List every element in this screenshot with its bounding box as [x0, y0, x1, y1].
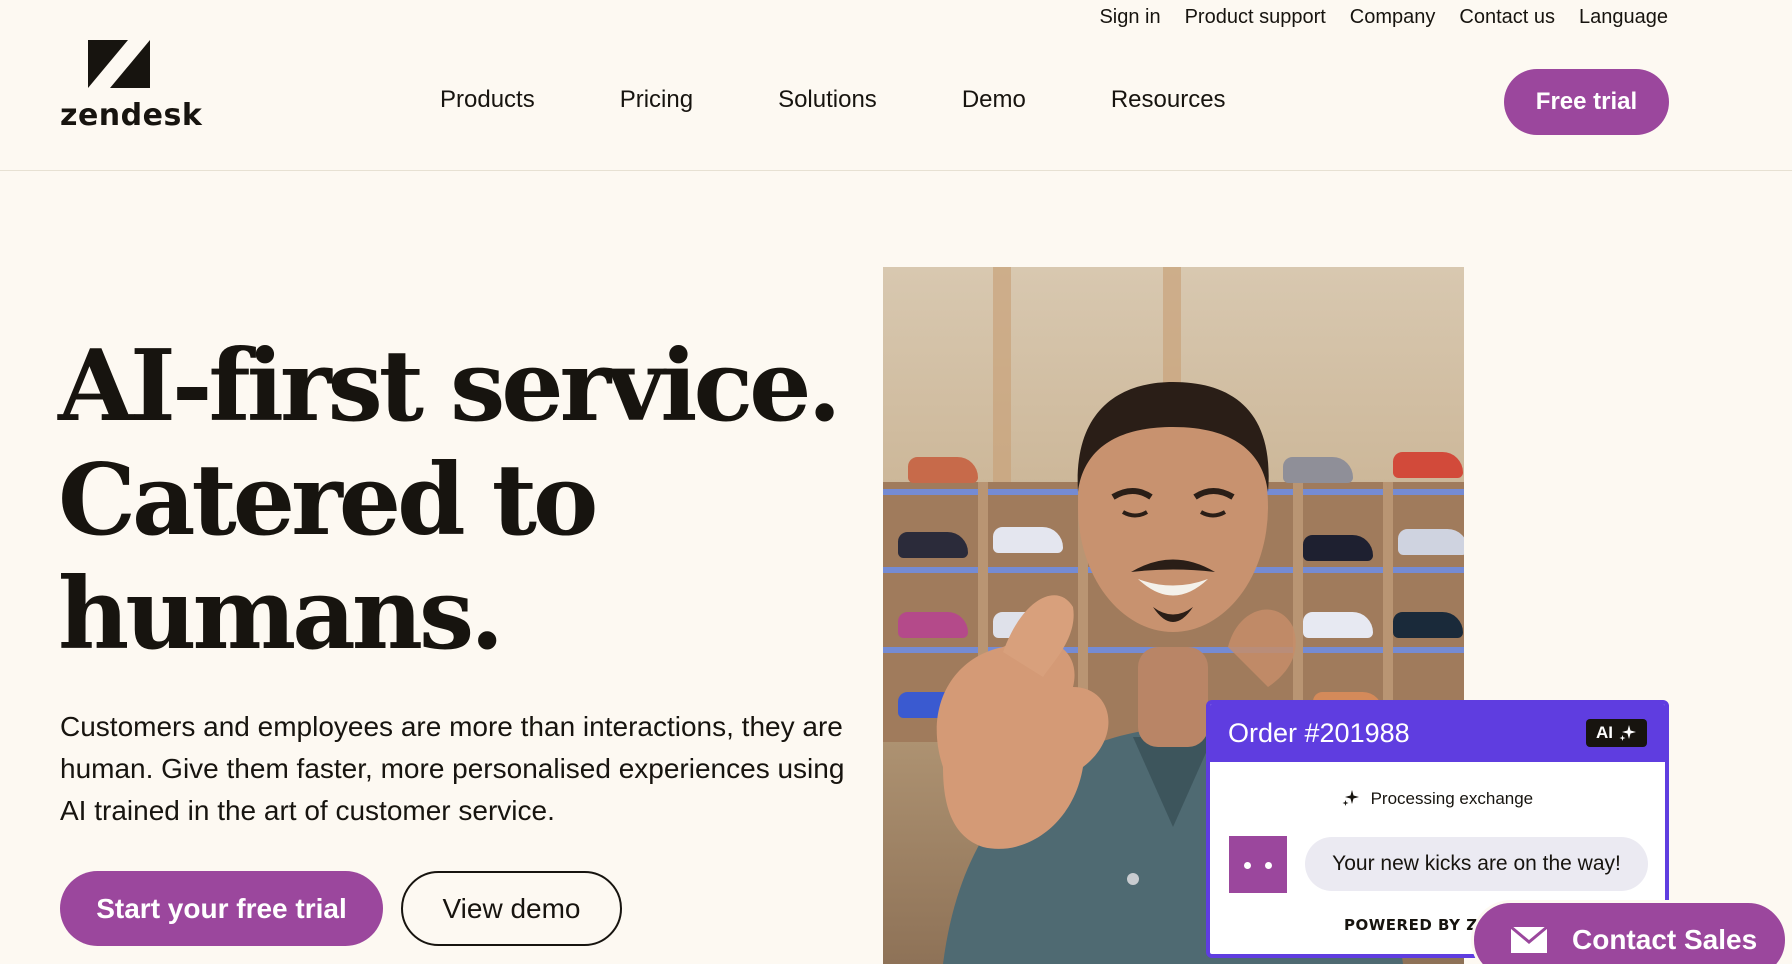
- contact-us-link[interactable]: Contact us: [1459, 6, 1555, 29]
- processing-label: Processing exchange: [1370, 789, 1534, 808]
- bot-avatar-icon: [1229, 836, 1287, 893]
- processing-status: Processing exchange: [1210, 789, 1665, 809]
- order-title: Order #201988: [1228, 717, 1410, 748]
- ai-badge: AI: [1586, 719, 1647, 747]
- sparkle-icon: [1619, 725, 1636, 741]
- order-card-header: Order #201988 AI: [1210, 704, 1665, 762]
- site-header: zendesk Sign in Product support Company …: [0, 0, 1792, 171]
- hero-description: Customers and employees are more than in…: [60, 711, 845, 826]
- logo-wordmark: zendesk: [60, 98, 203, 133]
- main-nav: Products Pricing Solutions Demo Resource…: [440, 86, 1226, 114]
- utility-nav: Sign in Product support Company Contact …: [1099, 6, 1668, 29]
- zendesk-logo[interactable]: zendesk: [60, 40, 202, 135]
- hero-title-line-3: humans.: [58, 557, 504, 672]
- nav-solutions[interactable]: Solutions: [778, 86, 877, 114]
- free-trial-button[interactable]: Free trial: [1504, 69, 1669, 135]
- zendesk-logo-icon: [88, 40, 150, 88]
- hero-title-line-2: Catered to: [58, 443, 598, 558]
- company-link[interactable]: Company: [1350, 6, 1436, 29]
- hero-title-line-1: AI-first service.: [58, 329, 842, 444]
- nav-resources[interactable]: Resources: [1111, 86, 1226, 114]
- language-link[interactable]: Language: [1579, 6, 1668, 29]
- nav-demo[interactable]: Demo: [962, 86, 1026, 114]
- start-free-trial-button[interactable]: Start your free trial: [60, 871, 383, 946]
- nav-products[interactable]: Products: [440, 86, 535, 114]
- bot-eye: [1265, 862, 1272, 869]
- product-support-link[interactable]: Product support: [1185, 6, 1326, 29]
- hero-title: AI-first service. Catered to humans.: [58, 330, 858, 672]
- view-demo-button[interactable]: View demo: [401, 871, 622, 946]
- contact-sales-label: Contact Sales: [1572, 924, 1758, 955]
- sparkle-icon: [1342, 790, 1359, 806]
- chat-bubble: Your new kicks are on the way!: [1305, 837, 1648, 891]
- sign-in-link[interactable]: Sign in: [1099, 6, 1160, 29]
- nav-pricing[interactable]: Pricing: [620, 86, 693, 114]
- mail-icon: [1510, 926, 1548, 953]
- ai-badge-label: AI: [1596, 723, 1613, 742]
- contact-sales-button[interactable]: Contact Sales: [1471, 900, 1788, 964]
- bot-eye: [1244, 862, 1251, 869]
